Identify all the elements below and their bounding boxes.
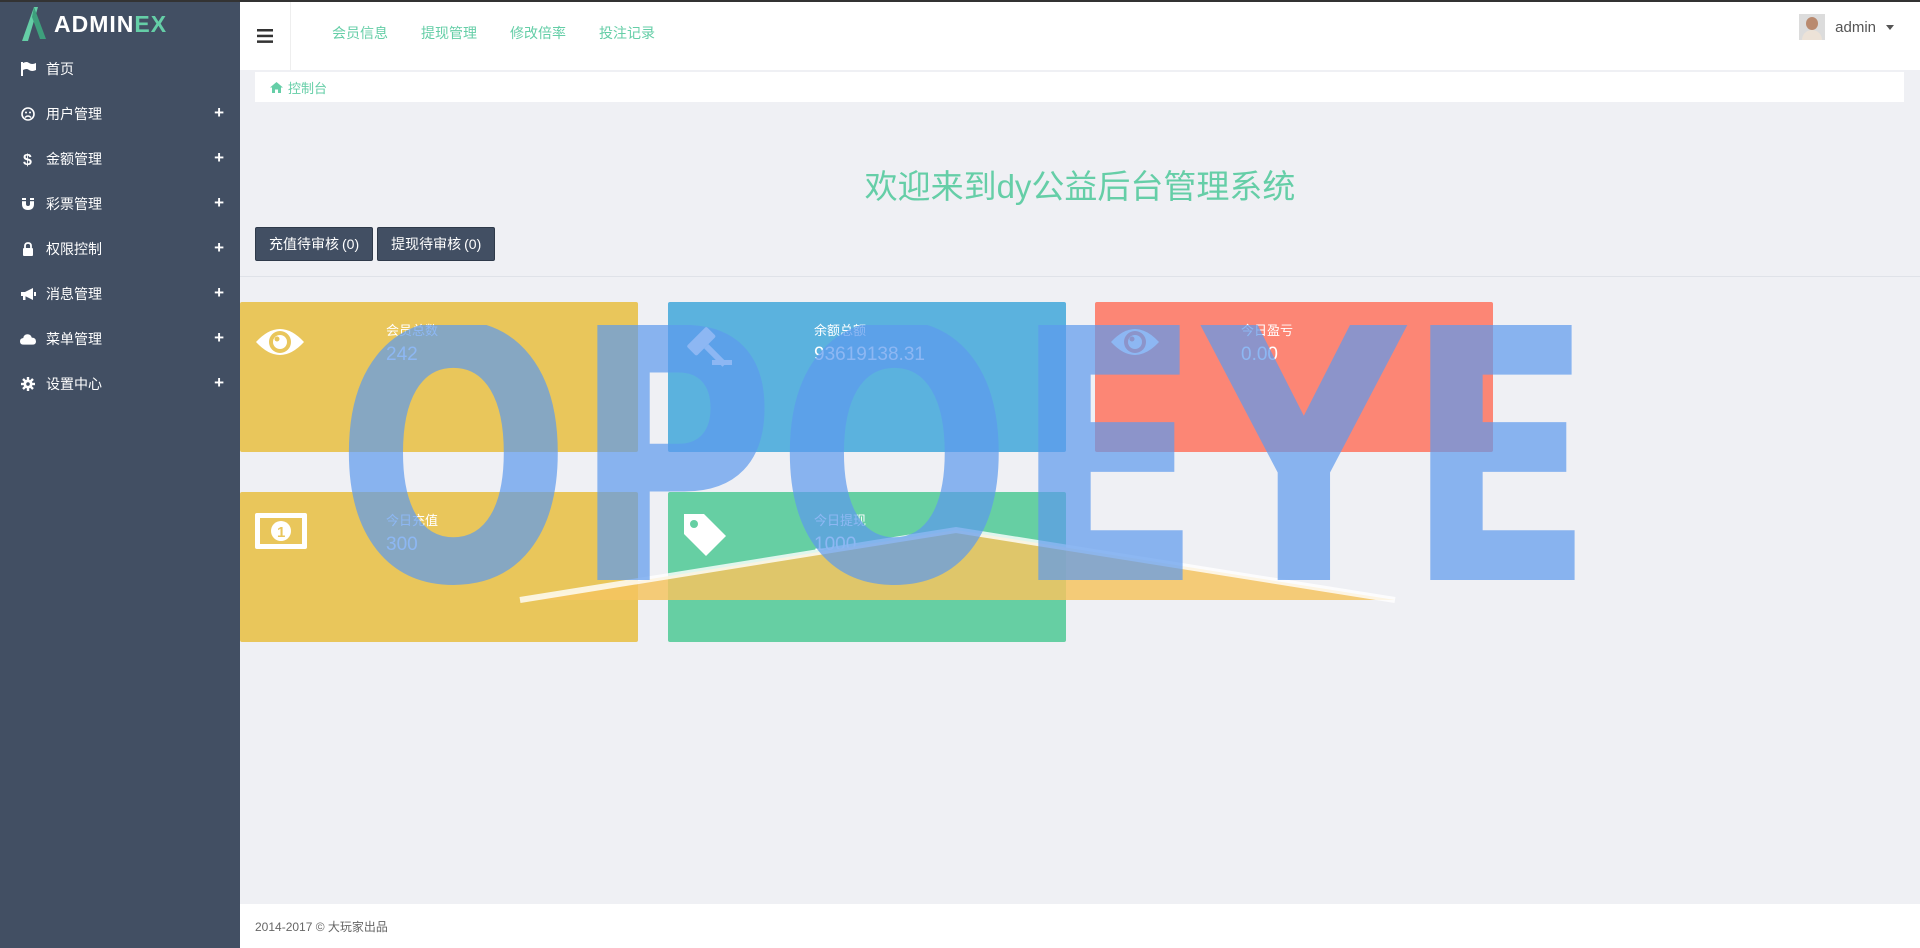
footer: 2014-2017 © 大玩家出品: [240, 904, 1920, 948]
logo-text-main: ADMIN: [54, 10, 135, 37]
stat-card-profit: 今日盈亏 0.00: [1095, 302, 1493, 452]
sidebar-item-label: 首页: [46, 60, 74, 77]
svg-text:1: 1: [277, 524, 285, 541]
stat-value: 93619138.31: [814, 344, 925, 365]
top-nav: 会员信息 提现管理 修改倍率 投注记录: [332, 23, 655, 43]
svg-text:$: $: [23, 152, 32, 167]
sidebar: ADMIN EX 首页 用户管理 + $ 金额管理 + 彩票管理 + 权限控制 …: [0, 2, 240, 948]
avatar: [1799, 14, 1826, 40]
logo-mark-icon: [22, 7, 46, 41]
expand-plus-icon[interactable]: +: [214, 103, 224, 123]
recharge-pending-button[interactable]: 充值待审核 (0): [255, 227, 374, 261]
magnet-icon: [20, 196, 36, 212]
sidebar-item-label: 权限控制: [46, 240, 102, 257]
stat-card-balance: 余额总额 93619138.31: [668, 302, 1066, 452]
expand-plus-icon[interactable]: +: [214, 328, 224, 348]
sidebar-item-home[interactable]: 首页: [0, 46, 240, 91]
stat-card-withdraw: 今日提现 1000: [668, 492, 1066, 642]
stat-value: 1000: [814, 534, 857, 555]
welcome-title: 欢迎来到dy公益后台管理系统: [864, 168, 1296, 205]
stat-title: 今日充值: [386, 513, 439, 528]
sidebar-menu: 首页 用户管理 + $ 金额管理 + 彩票管理 + 权限控制 + 消息管理 + …: [0, 46, 240, 406]
hamburger-menu-icon: [257, 29, 273, 43]
sidebar-item-label: 用户管理: [46, 105, 102, 122]
sidebar-item-permissions[interactable]: 权限控制 +: [0, 226, 240, 271]
lock-icon: [20, 241, 36, 257]
sidebar-item-money[interactable]: $ 金额管理 +: [0, 136, 240, 181]
stat-value: 0.00: [1241, 344, 1278, 365]
sidebar-item-label: 菜单管理: [46, 330, 102, 347]
withdraw-pending-button[interactable]: 提现待审核 (0): [377, 227, 496, 261]
frown-icon: [20, 106, 36, 122]
breadcrumb-item-dashboard[interactable]: 控制台: [288, 78, 327, 97]
topnav-withdraw-management[interactable]: 提现管理: [421, 23, 477, 43]
stat-card-recharge: 1 今日充值 300: [240, 492, 638, 642]
expand-plus-icon[interactable]: +: [214, 373, 224, 393]
logo[interactable]: ADMIN EX: [0, 2, 240, 46]
sidebar-item-label: 金额管理: [46, 150, 102, 167]
topnav-member-info[interactable]: 会员信息: [332, 23, 388, 43]
top-header: 会员信息 提现管理 修改倍率 投注记录 admin: [240, 2, 1920, 70]
home-icon[interactable]: [270, 81, 283, 93]
breadcrumb: 控制台: [255, 72, 1904, 102]
sidebar-item-messages[interactable]: 消息管理 +: [0, 271, 240, 316]
stat-title: 今日提现: [814, 513, 867, 528]
gear-icon: [20, 376, 36, 392]
expand-plus-icon[interactable]: +: [214, 148, 224, 168]
stat-title: 余额总额: [814, 323, 867, 338]
money-icon: 1: [255, 513, 307, 549]
topnav-modify-rate[interactable]: 修改倍率: [510, 23, 566, 43]
user-menu[interactable]: admin: [1799, 14, 1894, 40]
sidebar-item-users[interactable]: 用户管理 +: [0, 91, 240, 136]
sidebar-item-label: 彩票管理: [46, 195, 102, 212]
user-name: admin: [1835, 18, 1876, 36]
gavel-icon: [687, 327, 732, 367]
expand-plus-icon[interactable]: +: [214, 193, 224, 213]
sidebar-item-menus[interactable]: 菜单管理 +: [0, 316, 240, 361]
caret-down-icon: [1886, 24, 1894, 30]
tag-icon: [684, 514, 726, 556]
stat-value: 242: [386, 344, 418, 365]
expand-plus-icon[interactable]: +: [214, 283, 224, 303]
sidebar-item-label: 消息管理: [46, 285, 102, 302]
pending-review-buttons: 充值待审核 (0) 提现待审核 (0): [255, 227, 496, 261]
stat-value: 300: [386, 534, 418, 555]
logo-text-accent: EX: [134, 10, 168, 37]
sidebar-item-lottery[interactable]: 彩票管理 +: [0, 181, 240, 226]
topnav-bet-records[interactable]: 投注记录: [599, 23, 655, 43]
sidebar-toggle-button[interactable]: [240, 2, 291, 70]
expand-plus-icon[interactable]: +: [214, 238, 224, 258]
stat-title: 今日盈亏: [1241, 323, 1294, 338]
divider: [240, 276, 1920, 277]
cloud-icon: [20, 331, 36, 347]
dollar-icon: $: [20, 151, 36, 167]
eye-icon: [1111, 329, 1159, 355]
bullhorn-icon: [20, 286, 36, 302]
stat-card-members: 会员总数 242: [240, 302, 638, 452]
eye-icon: [256, 329, 304, 355]
stat-title: 会员总数: [386, 323, 439, 338]
sidebar-item-settings[interactable]: 设置中心 +: [0, 361, 240, 406]
flag-icon: [20, 61, 36, 77]
sidebar-item-label: 设置中心: [46, 375, 102, 392]
